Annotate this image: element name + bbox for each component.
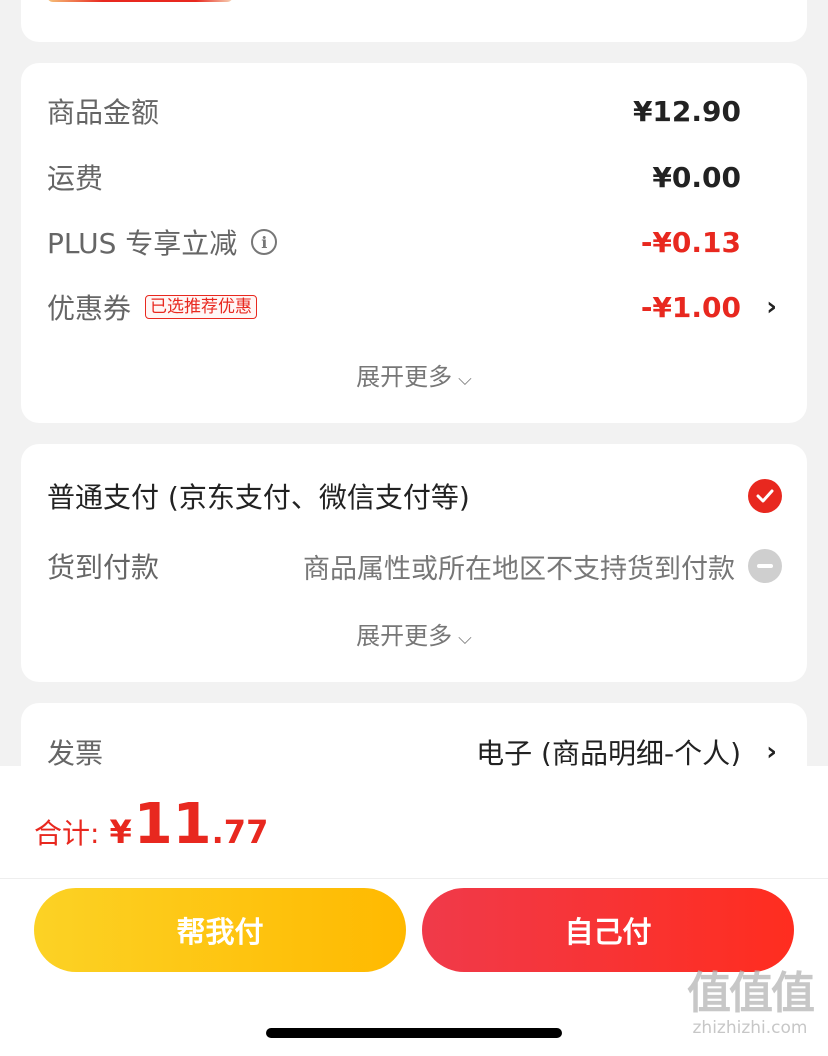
- amount-row-coupon[interactable]: 优惠券 已选推荐优惠 -¥1.00 ›: [21, 285, 807, 329]
- payment-method-card: 普通支付 (京东支付、微信支付等) 货到付款 商品属性或所在地区不支持货到付款 …: [21, 444, 807, 682]
- amount-summary-card: 商品金额 ¥12.90 运费 ¥0.00 PLUS 专享立减 i -¥0.13 …: [21, 63, 807, 423]
- plus-discount-value: -¥0.13: [640, 225, 741, 259]
- cod-label: 货到付款: [47, 551, 160, 584]
- divider: [0, 878, 828, 879]
- watermark-url: zhizhizhi.com: [692, 1018, 808, 1038]
- home-indicator: [266, 1028, 562, 1038]
- promo-strip: [47, 0, 233, 2]
- site-watermark: 值值值 zhizhizhi.com: [680, 968, 820, 1039]
- payment-option-normal[interactable]: 普通支付 (京东支付、微信支付等): [21, 474, 807, 518]
- total-decimal: .77: [211, 813, 269, 851]
- recommended-coupon-badge: 已选推荐优惠: [145, 295, 258, 319]
- coupon-value: -¥1.00: [640, 290, 741, 324]
- goods-amount-label: 商品金额: [47, 96, 160, 129]
- help-me-pay-button[interactable]: 帮我付: [34, 888, 406, 972]
- expand-more-label: 展开更多: [356, 363, 453, 391]
- total-amount: 合计: ¥ 11 .77: [34, 792, 268, 857]
- pay-myself-button[interactable]: 自己付: [422, 888, 794, 972]
- checkout-bar: 合计: ¥ 11 .77 帮我付 自己付 值值值 zhizhizhi.com: [0, 766, 828, 1056]
- chevron-down-icon: ⌵: [458, 628, 472, 649]
- info-icon[interactable]: i: [251, 229, 278, 255]
- amount-row-goods: 商品金额 ¥12.90: [21, 89, 807, 133]
- chevron-right-icon[interactable]: ›: [766, 292, 777, 322]
- total-currency: ¥: [109, 813, 132, 851]
- amount-row-shipping: 运费 ¥0.00: [21, 155, 807, 199]
- check-circle-icon[interactable]: [748, 479, 782, 513]
- expand-more-label: 展开更多: [356, 622, 453, 650]
- goods-amount-value: ¥12.90: [632, 94, 741, 128]
- normal-payment-label: 普通支付 (京东支付、微信支付等): [47, 481, 470, 514]
- cod-unavailable-note: 商品属性或所在地区不支持货到付款: [303, 553, 735, 585]
- total-label: 合计:: [34, 817, 100, 850]
- payment-option-cod: 货到付款 商品属性或所在地区不支持货到付款: [21, 544, 807, 588]
- minus-circle-icon: [748, 549, 782, 583]
- expand-more-amount[interactable]: 展开更多 ⌵: [21, 357, 807, 392]
- product-card-partial: [21, 0, 807, 42]
- chevron-down-icon: ⌵: [458, 369, 472, 390]
- plus-discount-label: PLUS 专享立减: [47, 227, 238, 260]
- shipping-label: 运费: [47, 162, 104, 195]
- shipping-value: ¥0.00: [652, 160, 741, 194]
- plus-discount-label-wrap: PLUS 专享立减 i: [47, 222, 278, 262]
- amount-row-plus: PLUS 专享立减 i -¥0.13: [21, 220, 807, 264]
- coupon-label-wrap: 优惠券 已选推荐优惠: [47, 287, 258, 327]
- expand-more-payment[interactable]: 展开更多 ⌵: [21, 616, 807, 651]
- chevron-right-icon[interactable]: ›: [766, 737, 777, 767]
- coupon-label: 优惠券: [47, 292, 132, 325]
- watermark-logo: 值值值: [687, 968, 815, 1019]
- total-integer: 11: [133, 792, 212, 857]
